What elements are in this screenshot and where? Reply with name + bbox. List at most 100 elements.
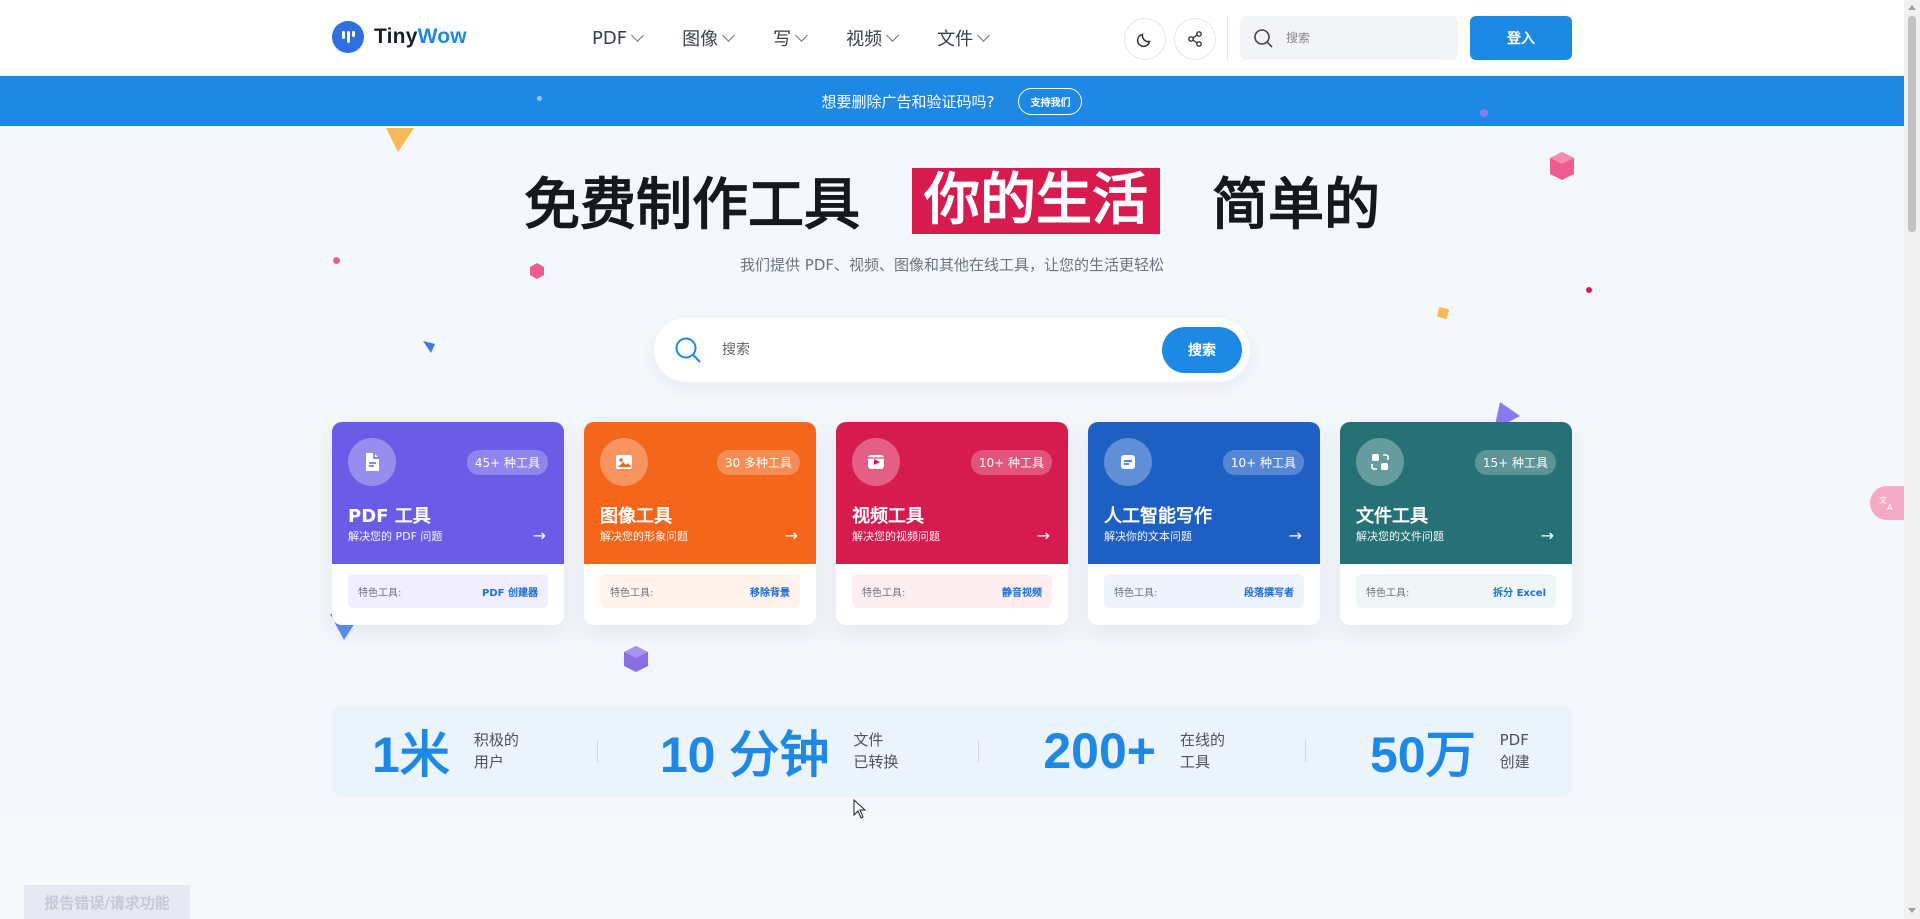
- hero-search-button[interactable]: 搜索: [1162, 327, 1242, 373]
- card-title: 视频工具: [852, 506, 924, 527]
- arrow-right-icon[interactable]: →: [1289, 526, 1302, 545]
- card-footer: 特色工具: PDF 创建器: [332, 564, 564, 618]
- chevron-down-icon: [795, 29, 808, 42]
- stat-label: 文件 已转换: [853, 731, 899, 771]
- featured-tool-label: 特色工具:: [1366, 587, 1410, 599]
- tool-categories: 45+ 种工具 PDF 工具 解决您的 PDF 问题 → 特色工具: PDF 创…: [332, 422, 1572, 625]
- banner-text: 想要删除广告和验证码吗?: [821, 92, 995, 111]
- stat-label: PDF 创建: [1499, 731, 1530, 771]
- card-title: 图像工具: [600, 506, 672, 527]
- nav-item-image[interactable]: 图像: [682, 25, 735, 51]
- featured-tool-link[interactable]: 拆分 Excel: [1493, 584, 1546, 599]
- stat-label: 在线的 工具: [1179, 731, 1225, 771]
- tool-count-badge: 10+ 种工具: [1222, 450, 1304, 475]
- logo[interactable]: TinyWow: [332, 21, 467, 53]
- featured-tool-label: 特色工具:: [610, 587, 654, 599]
- hero-title: 免费制作工具 你的生活 简单的: [0, 160, 1904, 241]
- stat-pdfs: 50万 PDF 创建: [1370, 715, 1530, 787]
- card-header[interactable]: 10+ 种工具 视频工具 解决您的视频问题 →: [836, 422, 1068, 564]
- nav-item-pdf[interactable]: PDF: [592, 25, 644, 51]
- mouse-cursor-icon: [853, 799, 867, 819]
- login-button[interactable]: 登入: [1470, 16, 1572, 60]
- arrow-right-icon[interactable]: →: [785, 526, 798, 545]
- share-icon: [1188, 31, 1202, 47]
- featured-tool-link[interactable]: 静音视频: [1002, 584, 1042, 599]
- stat-number: 50万: [1370, 727, 1476, 783]
- header-search-box: [1240, 16, 1458, 60]
- card-ai-writing-tools[interactable]: 10+ 种工具 人工智能写作 解决你的文本问题 → 特色工具: 段落撰写者: [1088, 422, 1320, 625]
- card-description: 解决您的 PDF 问题: [348, 530, 443, 543]
- tool-count-badge: 15+ 种工具: [1474, 450, 1556, 475]
- chevron-down-icon: [977, 29, 990, 42]
- card-header[interactable]: 15+ 种工具 文件工具 解决您的文件问题 →: [1340, 422, 1572, 564]
- hero-title-highlight: 你的生活: [912, 167, 1160, 234]
- svg-text:A: A: [1887, 503, 1893, 512]
- card-header[interactable]: 10+ 种工具 人工智能写作 解决你的文本问题 →: [1088, 422, 1320, 564]
- promo-banner: 想要删除广告和验证码吗? 支持我们: [0, 76, 1904, 126]
- featured-tool-label: 特色工具:: [1114, 587, 1158, 599]
- nav-item-label: PDF: [592, 27, 628, 49]
- arrow-right-icon[interactable]: →: [533, 526, 546, 545]
- card-title: PDF 工具: [348, 506, 431, 527]
- nav-item-label: 文件: [937, 29, 974, 50]
- card-footer: 特色工具: 拆分 Excel: [1340, 564, 1572, 618]
- stat-label: 积极的 用户: [473, 731, 519, 771]
- header-search-input[interactable]: [1284, 30, 1434, 46]
- featured-tool-row[interactable]: 特色工具: 段落撰写者: [1104, 574, 1304, 608]
- hero-search-box: 搜索: [654, 318, 1250, 382]
- card-file-tools[interactable]: 15+ 种工具 文件工具 解决您的文件问题 → 特色工具: 拆分 Excel: [1340, 422, 1572, 625]
- card-title: 文件工具: [1356, 506, 1428, 527]
- nav-item-video[interactable]: 视频: [846, 25, 899, 51]
- report-bug-button[interactable]: 报告错误/请求功能: [24, 885, 190, 919]
- document-icon: [1104, 438, 1152, 486]
- dark-mode-toggle[interactable]: [1124, 18, 1166, 60]
- card-title: 人工智能写作: [1104, 506, 1212, 527]
- header-divider: [1227, 16, 1228, 60]
- site-header: TinyWow PDF 图像 写 视频 文件 搜索 登入: [0, 0, 1904, 76]
- card-description: 解决您的视频问题: [852, 530, 940, 543]
- featured-tool-row[interactable]: 特色工具: 拆分 Excel: [1356, 574, 1556, 608]
- hero-search-input[interactable]: [720, 341, 1140, 359]
- logo-text: TinyWow: [374, 25, 467, 48]
- tool-count-badge: 10+ 种工具: [970, 450, 1052, 475]
- stat-users: 1米 积极的 用户: [372, 715, 519, 787]
- featured-tool-row[interactable]: 特色工具: 静音视频: [852, 574, 1052, 608]
- page-scrollbar[interactable]: [1904, 0, 1920, 919]
- featured-tool-row[interactable]: 特色工具: PDF 创建器: [348, 574, 548, 608]
- decorative-square-icon: [1436, 306, 1450, 320]
- featured-tool-link[interactable]: 移除背景: [750, 584, 790, 599]
- share-button[interactable]: [1174, 18, 1216, 60]
- scrollbar-thumb[interactable]: [1908, 16, 1916, 232]
- card-footer: 特色工具: 移除背景: [584, 564, 816, 618]
- scroll-down-arrow-icon[interactable]: [1908, 908, 1916, 913]
- translate-icon: 文 A: [1879, 495, 1893, 512]
- decorative-dot: [1586, 287, 1592, 293]
- nav-item-file[interactable]: 文件: [937, 25, 990, 51]
- featured-tool-link[interactable]: 段落撰写者: [1244, 584, 1294, 599]
- nav-item-write[interactable]: 写: [773, 25, 808, 51]
- arrow-right-icon[interactable]: →: [1541, 526, 1554, 545]
- stat-divider: [1305, 740, 1306, 762]
- card-description: 解决你的文本问题: [1104, 530, 1192, 543]
- support-us-button[interactable]: 支持我们: [1018, 87, 1083, 115]
- hero-subtitle: 我们提供 PDF、视频、图像和其他在线工具，让您的生活更轻松: [740, 256, 1164, 274]
- tool-count-badge: 45+ 种工具: [466, 450, 548, 475]
- stat-number: 200+: [1043, 723, 1156, 779]
- card-header[interactable]: 30 多种工具 图像工具 解决您的形象问题 →: [584, 422, 816, 564]
- stat-number: 1米: [372, 727, 450, 783]
- card-image-tools[interactable]: 30 多种工具 图像工具 解决您的形象问题 → 特色工具: 移除背景: [584, 422, 816, 625]
- card-video-tools[interactable]: 10+ 种工具 视频工具 解决您的视频问题 → 特色工具: 静音视频: [836, 422, 1068, 625]
- translate-button[interactable]: 文 A: [1870, 486, 1904, 520]
- card-header[interactable]: 45+ 种工具 PDF 工具 解决您的 PDF 问题 →: [332, 422, 564, 564]
- arrow-right-icon[interactable]: →: [1037, 526, 1050, 545]
- search-icon: [675, 337, 701, 363]
- card-pdf-tools[interactable]: 45+ 种工具 PDF 工具 解决您的 PDF 问题 → 特色工具: PDF 创…: [332, 422, 564, 625]
- featured-tool-row[interactable]: 特色工具: 移除背景: [600, 574, 800, 608]
- scroll-up-arrow-icon[interactable]: [1908, 5, 1916, 10]
- decorative-dot: [1480, 109, 1488, 117]
- featured-tool-label: 特色工具:: [358, 587, 402, 599]
- nav-item-label: 图像: [682, 29, 719, 50]
- featured-tool-link[interactable]: PDF 创建器: [482, 584, 538, 599]
- card-description: 解决您的文件问题: [1356, 530, 1444, 543]
- chevron-down-icon: [722, 29, 735, 42]
